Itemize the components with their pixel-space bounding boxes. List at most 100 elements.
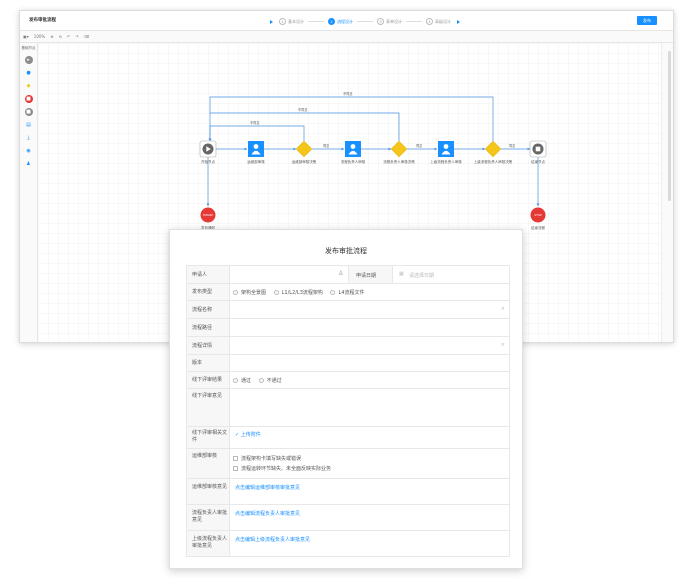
- user-task-icon[interactable]: ●: [25, 69, 33, 77]
- calendar-icon: ▦: [399, 271, 404, 277]
- start-node[interactable]: [199, 140, 217, 158]
- applicant-field[interactable]: ♙ 申请日期 ▦ 请选择日期: [230, 266, 510, 283]
- redo-icon[interactable]: ↷: [75, 34, 78, 39]
- radio-icon[interactable]: [273, 290, 279, 295]
- clear-icon[interactable]: ×: [501, 306, 505, 312]
- gateway-node[interactable]: [295, 140, 313, 158]
- zoom-out-icon[interactable]: ⊖: [59, 34, 62, 39]
- end-node[interactable]: [529, 140, 547, 158]
- delete-icon[interactable]: ⌫: [84, 34, 90, 39]
- checkbox-icon[interactable]: [233, 466, 238, 471]
- superior-opinion-label: 上级流程负责人审批意见: [187, 531, 230, 556]
- apply-date-field[interactable]: ▦ 请选择日期: [392, 266, 509, 283]
- edge-label: 同意: [323, 143, 329, 148]
- apply-date-label-cell: 申请日期: [348, 266, 392, 283]
- ops-opinion-field: 点击编辑运维部审核审批意见: [230, 479, 510, 504]
- radio-option[interactable]: 通过: [233, 378, 251, 384]
- radio-option[interactable]: 架构全景图: [233, 290, 266, 296]
- vertical-scrollbar[interactable]: [668, 51, 671, 201]
- form-row: 申请人 ♙ 申请日期 ▦ 请选择日期: [187, 266, 510, 284]
- start-node-icon[interactable]: ▸: [24, 56, 33, 64]
- offline-result-label: 线下评审结果: [187, 372, 230, 388]
- undo-icon[interactable]: ↶: [67, 34, 70, 39]
- clear-icon[interactable]: ×: [501, 342, 505, 348]
- ops-check-label: 运维部审核: [187, 449, 230, 478]
- stop-node[interactable]: STOP: [530, 207, 546, 223]
- user-task-node[interactable]: [438, 141, 454, 157]
- edge-label: 同意: [509, 143, 515, 148]
- step-basic[interactable]: 1 基本设计: [279, 18, 304, 25]
- edge: [210, 112, 400, 141]
- upload-icon[interactable]: ✓: [235, 432, 239, 438]
- gateway-node[interactable]: [484, 140, 502, 158]
- owner-opinion-link[interactable]: 点击编辑流程负责人审批意见: [235, 511, 300, 517]
- approval-form-window: 发布审批流程 申请人 ♙ 申请日期 ▦ 请选择日期 发布类型 架构全景图 L1/…: [169, 229, 523, 569]
- designer-toolbar: ▣▾ 100% ⊕ ⊖ ↶ ↷ ⌫: [20, 31, 673, 43]
- edge: [208, 125, 305, 142]
- checkbox-option[interactable]: 流程架构卡填写缺失或错误: [233, 454, 509, 464]
- designer-header: 发布审批流程 1 基本设计 2 流程设计 3 表单设计 4 高级设计 发布: [20, 11, 673, 31]
- zoom-in-icon[interactable]: ⊕: [50, 34, 53, 39]
- apply-date-label: 申请日期: [356, 273, 377, 279]
- owner-opinion-label: 流程负责人审批意见: [187, 505, 230, 530]
- upload-link[interactable]: 上传附件: [241, 432, 261, 438]
- radio-label: L1/L2/L3流程架构: [281, 290, 323, 296]
- node-label: 流程负责人审核: [341, 159, 366, 164]
- stop-node-icon[interactable]: ■: [24, 95, 33, 103]
- step-process[interactable]: 2 流程设计: [328, 18, 353, 25]
- date-placeholder: 请选择日期: [409, 273, 435, 279]
- gateway-node[interactable]: [390, 140, 408, 158]
- form-row: 运维部审核意见 点击编辑运维部审核审批意见: [187, 479, 510, 505]
- radio-label: L4流程文件: [338, 290, 365, 296]
- node-label: 上级流程负责人审核: [430, 159, 462, 164]
- process-path-field[interactable]: [230, 319, 510, 336]
- process-detail-field[interactable]: ×: [230, 337, 510, 354]
- step-form[interactable]: 3 表单设计: [377, 18, 402, 25]
- process-name-field[interactable]: ×: [230, 301, 510, 318]
- step-number: 2: [328, 18, 335, 25]
- user-icon[interactable]: ♙: [338, 270, 343, 277]
- radio-icon[interactable]: [233, 378, 238, 383]
- user-task-node[interactable]: [345, 141, 361, 157]
- svg-text:PUBLISH: PUBLISH: [203, 214, 213, 217]
- version-field[interactable]: [230, 355, 510, 371]
- edge-label: 同意: [416, 143, 422, 148]
- download-icon[interactable]: ⤓: [25, 134, 33, 142]
- form-row: 线下评审意见: [187, 389, 510, 427]
- form-row: 线下评审结果 通过 不通过: [187, 372, 510, 389]
- layout-icon[interactable]: ▣▾: [23, 34, 29, 39]
- checkbox-icon[interactable]: [233, 456, 238, 461]
- prev-step-arrow-icon[interactable]: [270, 19, 273, 24]
- radio-label: 不通过: [266, 378, 282, 384]
- user-task-node[interactable]: [248, 141, 264, 157]
- document-icon[interactable]: ▤: [25, 121, 33, 129]
- radio-option[interactable]: L1/L2/L3流程架构: [273, 290, 323, 296]
- form-row: 流程详情 ×: [187, 337, 510, 355]
- radio-option[interactable]: L4流程文件: [330, 290, 364, 296]
- person-icon[interactable]: ♟: [25, 160, 33, 168]
- form-row: 流程负责人审批意见 点击编辑流程负责人审批意见: [187, 505, 510, 531]
- radio-icon[interactable]: [258, 378, 264, 383]
- form-row: 上级流程负责人审批意见 点击编辑上级流程负责人审批意见: [187, 531, 510, 557]
- edge: [208, 96, 494, 142]
- ops-opinion-link[interactable]: 点击编辑运维部审核审批意见: [235, 485, 300, 491]
- publish-notify-node[interactable]: PUBLISH: [200, 207, 216, 223]
- offline-opinion-field[interactable]: [230, 389, 510, 426]
- zoom-select[interactable]: 100%: [34, 34, 45, 39]
- superior-opinion-link[interactable]: 点击编辑上级流程负责人审批意见: [235, 537, 310, 543]
- end-node-icon[interactable]: ■: [24, 108, 33, 116]
- radio-icon[interactable]: [233, 290, 238, 295]
- radio-option[interactable]: 不通过: [258, 378, 282, 384]
- edge-label: 不同意: [343, 91, 353, 96]
- svg-text:STOP: STOP: [534, 213, 542, 217]
- checkbox-option[interactable]: 流程运转环节缺失、未全面反映实际业务: [233, 464, 509, 474]
- gateway-icon[interactable]: ◆: [25, 82, 33, 90]
- step-number: 4: [426, 18, 433, 25]
- next-step-arrow-icon[interactable]: [457, 19, 460, 24]
- step-advanced[interactable]: 4 高级设计: [426, 18, 451, 25]
- view-icon[interactable]: ◉: [25, 147, 33, 155]
- publish-button[interactable]: 发布: [637, 16, 657, 25]
- form-table: 申请人 ♙ 申请日期 ▦ 请选择日期 发布类型 架构全景图 L1/L2/L3流程…: [186, 265, 510, 557]
- superior-opinion-field: 点击编辑上级流程负责人审批意见: [230, 531, 510, 556]
- radio-icon[interactable]: [330, 290, 336, 295]
